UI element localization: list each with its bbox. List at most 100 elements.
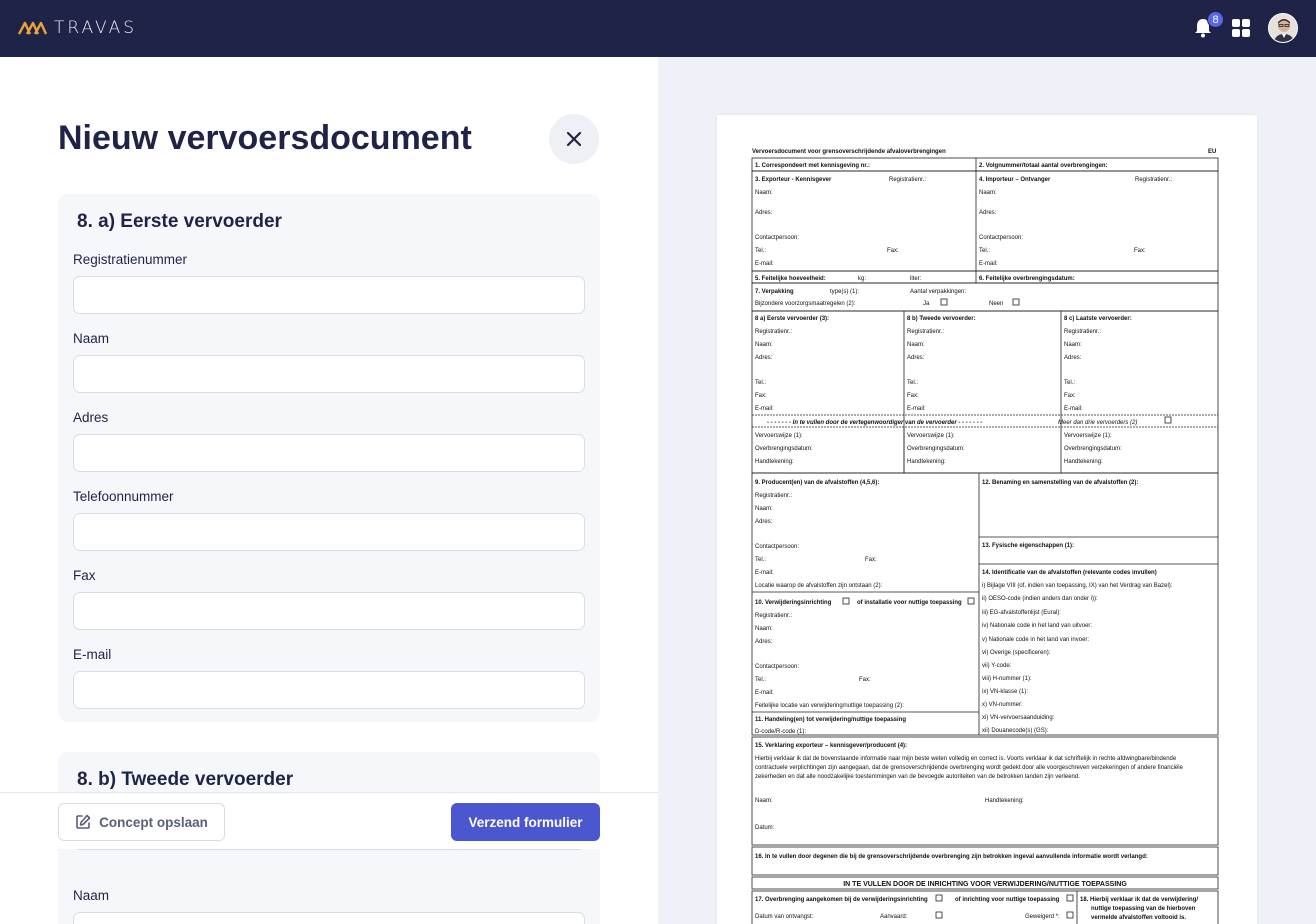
doc-8b: 8 b) Tweede vervoerder: xyxy=(907,316,976,322)
doc-text: kg: xyxy=(858,276,866,282)
doc-r14-item: iii) EG-afvalstoffenlijst (Eural): xyxy=(982,610,1061,616)
doc-text: Overbrengingsdatum: xyxy=(907,446,965,452)
doc-text: Adres: xyxy=(979,210,997,216)
doc-r14: 14. Identificatie van de afvalstoffen (r… xyxy=(982,570,1157,576)
doc-text: Naam: xyxy=(755,798,773,804)
doc-r14-item: v) Nationale code in het land van invoer… xyxy=(982,637,1089,643)
action-bar: Concept opslaan Verzend formulier xyxy=(0,792,658,849)
doc-text: Overbrengingsdatum: xyxy=(1064,446,1122,452)
doc-text: Adres: xyxy=(755,210,773,216)
doc-r17-b: of inrichting voor nuttige toepassing xyxy=(955,897,1060,903)
doc-text: E-mail: xyxy=(755,261,774,267)
section-title: 8. b) Tweede vervoerder xyxy=(77,769,294,790)
doc-r14-item: vi) Overige (specificeren): xyxy=(982,650,1051,656)
doc-inrichting-header: IN TE VULLEN DOOR DE INRICHTING VOOR VER… xyxy=(843,881,1127,888)
doc-r14-item: ix) VN-klasse (1): xyxy=(982,689,1028,695)
doc-text: E-mail: xyxy=(907,406,926,412)
doc-text: Naam: xyxy=(755,506,773,512)
doc-text: Fax: xyxy=(755,393,767,399)
doc-r6: 6. Feitelijke overbrengingsdatum: xyxy=(979,276,1075,282)
transport-document: Vervoersdocument voor grensoverschrijden… xyxy=(751,149,1219,924)
doc-text: Handtekening: xyxy=(1064,459,1103,465)
save-draft-button[interactable]: Concept opslaan xyxy=(58,803,225,841)
doc-text: Registratienr.: xyxy=(1064,329,1101,335)
doc-text: Fax: xyxy=(1134,248,1146,254)
doc-text: Aantal verpakkingen: xyxy=(910,289,966,295)
doc-8c: 8 c) Laatste vervoerder: xyxy=(1064,316,1132,322)
doc-r11: 11. Handeling(en) tot verwijdering/nutti… xyxy=(755,717,906,723)
top-bar: TRAVAS 8 xyxy=(0,0,1316,57)
doc-text: Tel.: xyxy=(755,248,766,254)
doc-text: Fax: xyxy=(1064,393,1076,399)
doc-text: E-mail: xyxy=(755,570,774,576)
doc-eu: EU xyxy=(1208,149,1216,155)
address-input[interactable] xyxy=(73,434,585,472)
doc-r14-item: iv) Nationale code in het land van uitvo… xyxy=(982,623,1092,629)
doc-text: Handtekening: xyxy=(907,459,946,465)
doc-text: Tel.: xyxy=(755,380,766,386)
doc-text: Ja xyxy=(923,301,930,307)
apps-grid-icon[interactable] xyxy=(1232,19,1250,37)
doc-text: E-mail: xyxy=(755,690,774,696)
registration-number-input[interactable] xyxy=(73,276,585,314)
doc-text: Naam: xyxy=(755,190,773,196)
doc-r14-item: vii) Y-code: xyxy=(982,663,1012,669)
email-label: E-mail xyxy=(73,647,112,662)
doc-text: Overbrengingsdatum: xyxy=(755,446,813,452)
doc-r18: vermelde afvalstoffen voltooid is. xyxy=(1091,915,1186,921)
phone-label: Telefoonnummer xyxy=(73,489,174,504)
doc-r14-item: ii) OESO-code (indien anders dan onder i… xyxy=(982,596,1098,602)
doc-text: Naam: xyxy=(755,626,773,632)
section-title: 8. a) Eerste vervoerder xyxy=(77,211,282,232)
doc-text: Contactpersoon: xyxy=(979,235,1023,241)
doc-text: Adres: xyxy=(755,355,773,361)
doc-text: Naam: xyxy=(755,342,773,348)
doc-text: Handtekening: xyxy=(755,459,794,465)
doc-r2: 2. Volgnummer/totaal aantal overbrenging… xyxy=(979,163,1108,169)
close-button[interactable] xyxy=(549,114,599,164)
document-preview-panel: Vervoersdocument voor grensoverschrijden… xyxy=(658,57,1316,924)
doc-text: Registratienr.: xyxy=(907,329,944,335)
notification-badge: 8 xyxy=(1207,11,1224,28)
doc-text: Tel.: xyxy=(755,557,766,563)
doc-text: Datum van ontvangst: xyxy=(755,914,814,920)
doc-text: Contactpersoon: xyxy=(755,664,799,670)
submit-form-button[interactable]: Verzend formulier xyxy=(451,803,600,841)
fax-input[interactable] xyxy=(73,592,585,630)
doc-text: Neen xyxy=(989,301,1003,307)
doc-r14-item: viii) H-nummer (1): xyxy=(982,676,1032,682)
doc-r7: 7. Verpakking xyxy=(755,289,794,295)
doc-r18: 18. Hierbij verklaar ik dat de verwijder… xyxy=(1080,897,1198,903)
doc-r15: 15. Verklaring exporteur – kennisgever/p… xyxy=(755,743,907,749)
avatar[interactable] xyxy=(1268,13,1298,43)
name-input[interactable] xyxy=(73,355,585,393)
doc-text: Vervoerswijze (1): xyxy=(907,433,955,439)
section-first-carrier: 8. a) Eerste vervoerder Registratienumme… xyxy=(58,194,600,722)
doc-text: Tel.: xyxy=(1064,380,1075,386)
edit-icon xyxy=(76,814,91,829)
doc-text: Naam: xyxy=(979,190,997,196)
document-preview[interactable]: Vervoersdocument voor grensoverschrijden… xyxy=(717,115,1257,924)
notifications-button[interactable]: 8 xyxy=(1192,11,1224,43)
doc-text: E-mail: xyxy=(1064,406,1083,412)
doc-r14-item: xii) Douanecode(s) (GS): xyxy=(982,728,1049,734)
doc-text: Contactpersoon: xyxy=(755,544,799,550)
doc-text: Registratienr.: xyxy=(1135,177,1172,183)
doc-text: Fax: xyxy=(887,248,899,254)
doc-text: Handtekening: xyxy=(985,798,1024,804)
doc-r14-item: i) Bijlage VIII (of, indien van toepassi… xyxy=(982,583,1173,589)
doc-text: Aanvaard: xyxy=(880,914,908,920)
doc-text: liter: xyxy=(910,276,922,282)
travas-logo[interactable]: TRAVAS xyxy=(18,18,137,38)
phone-input[interactable] xyxy=(73,513,585,551)
doc-text: E-mail: xyxy=(979,261,998,267)
doc-text: Adres: xyxy=(907,355,925,361)
email-input[interactable] xyxy=(73,671,585,709)
doc-r14-item: x) VN-nummer: xyxy=(982,702,1023,708)
second-carrier-name-input[interactable] xyxy=(73,912,585,924)
doc-r15-text: zekerheden en dat alle noodzakelijke toe… xyxy=(755,774,1080,780)
user-photo-icon xyxy=(1269,14,1297,42)
doc-text: Fax: xyxy=(859,677,871,683)
doc-meer: Meer dan drie vervoerders (2) xyxy=(1058,420,1137,426)
doc-in-te-vullen: - - - - - - - In te vullen door de verte… xyxy=(767,420,982,426)
